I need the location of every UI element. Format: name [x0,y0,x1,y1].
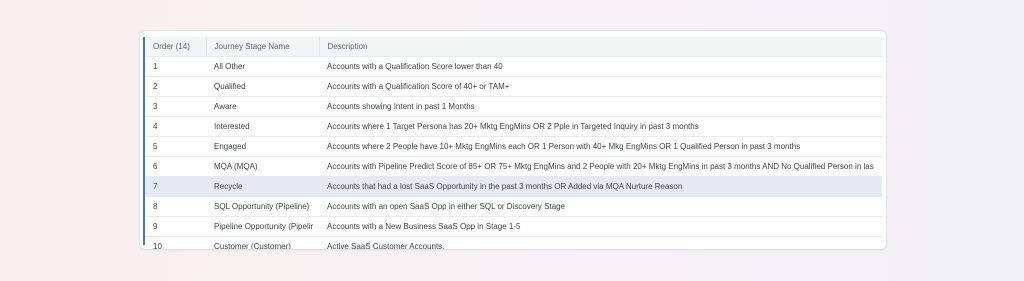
cell-stage-name: SQL Opportunity (Pipeline) [206,196,319,217]
cell-stage-name: All Other [206,56,319,77]
cell-order: 7 [145,176,206,197]
cell-stage-name: Interested [206,116,319,137]
table-row-selected[interactable]: 7 Recycle Accounts that had a lost SaaS … [145,176,882,197]
cell-stage-name: Aware [206,96,319,117]
table-row[interactable]: 6 MQA (MQA) Accounts with Pipeline Predi… [145,156,882,177]
cell-order: 10 [145,236,206,249]
cell-stage-name: Customer (Customer) [206,236,319,249]
journey-stages-panel: Order (14) Journey Stage Name Descriptio… [139,30,887,250]
column-header-stage-name[interactable]: Journey Stage Name [206,37,320,57]
column-header-description[interactable]: Description [319,37,882,57]
table-row[interactable]: 8 SQL Opportunity (Pipeline) Accounts wi… [145,196,882,217]
cell-description: Accounts with a New Business SaaS Opp in… [319,216,882,237]
table-row[interactable]: 9 Pipeline Opportunity (Pipelir Accounts… [145,216,882,237]
table-row[interactable]: 10 Customer (Customer) Active SaaS Custo… [145,236,882,249]
cell-order: 9 [145,216,206,237]
cell-stage-name: Recycle [206,176,319,197]
table-row[interactable]: 5 Engaged Accounts where 2 People have 1… [145,136,882,157]
cell-description: Accounts where 1 Target Persona has 20+ … [319,116,882,137]
journey-stages-table: Order (14) Journey Stage Name Descriptio… [145,37,882,249]
cell-description: Accounts showing Intent in past 1 Months [319,96,882,117]
cell-order: 6 [145,156,206,177]
cell-stage-name: Pipeline Opportunity (Pipelir [206,216,319,237]
cell-order: 3 [145,96,206,117]
cell-order: 1 [145,56,206,77]
cell-description: Accounts that had a lost SaaS Opportunit… [319,176,882,197]
cell-order: 5 [145,136,206,157]
cell-description: Accounts with a Qualification Score lowe… [319,56,882,77]
cell-description: Accounts with Pipeline Predict Score of … [319,156,882,177]
cell-stage-name: MQA (MQA) [206,156,319,177]
cell-stage-name: Engaged [206,136,319,157]
cell-order: 2 [145,76,206,97]
table-row[interactable]: 3 Aware Accounts showing Intent in past … [145,96,882,117]
cell-description: Active SaaS Customer Accounts. [319,236,882,249]
table-row[interactable]: 4 Interested Accounts where 1 Target Per… [145,116,882,137]
table-body: 1 All Other Accounts with a Qualificatio… [145,56,882,249]
table-row[interactable]: 2 Qualified Accounts with a Qualificatio… [145,76,882,97]
column-header-order[interactable]: Order (14) [145,37,207,57]
table-row[interactable]: 1 All Other Accounts with a Qualificatio… [145,56,882,77]
cell-stage-name: Qualified [206,76,319,97]
cell-description: Accounts with a Qualification Score of 4… [319,76,882,97]
cell-order: 4 [145,116,206,137]
cell-order: 8 [145,196,206,217]
cell-description: Accounts with an open SaaS Opp in either… [319,196,882,217]
cell-description: Accounts where 2 People have 10+ Mktg En… [319,136,882,157]
table-header-row: Order (14) Journey Stage Name Descriptio… [145,37,882,57]
